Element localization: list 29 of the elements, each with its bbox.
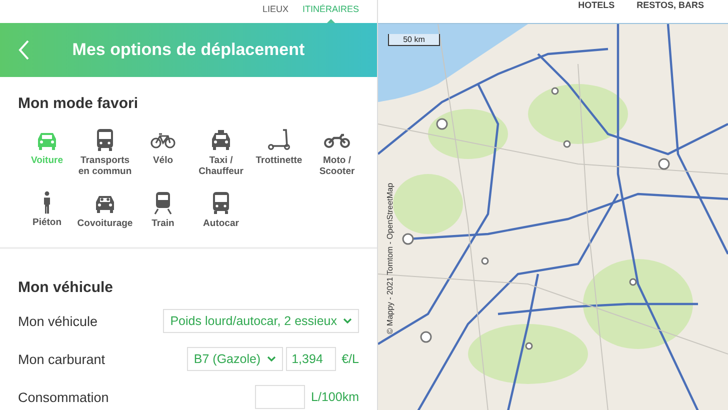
mode-option[interactable]: Moto / Scooter xyxy=(308,128,366,177)
chevron-icon xyxy=(343,318,352,324)
kick-scooter-icon xyxy=(266,128,292,152)
mode-option[interactable]: Vélo xyxy=(134,128,192,177)
scale-bar: 50 km xyxy=(388,34,440,46)
field-label: Consommation xyxy=(18,390,109,404)
mode-option[interactable]: Taxi / Chauffeur xyxy=(192,128,250,177)
input-field[interactable] xyxy=(255,385,306,409)
mode-option[interactable]: Trottinette xyxy=(250,128,308,177)
panel-title: Mes options de déplacement xyxy=(71,40,306,60)
field-label: Mon carburant xyxy=(18,352,106,366)
mode-option[interactable]: Transports en commun xyxy=(76,128,134,177)
field-label: Mon véhicule xyxy=(18,314,98,328)
map-attribution: © Mappy - 2021 Tomtom - OpenStreetMap xyxy=(386,182,394,336)
section-heading: Mon véhicule xyxy=(18,279,114,296)
map-drawing[interactable] xyxy=(378,24,728,410)
mode-option[interactable]: Train xyxy=(134,191,192,229)
mode-option[interactable]: Autocar xyxy=(192,191,250,229)
nav-tab[interactable]: LIEUX xyxy=(262,4,288,14)
nav-link[interactable]: HOTELS xyxy=(578,0,615,11)
mode-option[interactable]: Piéton xyxy=(18,191,76,229)
back-icon[interactable] xyxy=(18,40,30,60)
nav-link[interactable]: RESTOS, BARS xyxy=(636,0,704,11)
mode-option[interactable]: Covoiturage xyxy=(76,191,134,229)
unit-label: €/L xyxy=(342,352,359,366)
pedestrian-icon xyxy=(43,191,51,214)
chevron-icon xyxy=(266,356,276,362)
unit-label: L/100km xyxy=(311,390,359,404)
section-heading: Mon mode favori xyxy=(18,95,140,112)
